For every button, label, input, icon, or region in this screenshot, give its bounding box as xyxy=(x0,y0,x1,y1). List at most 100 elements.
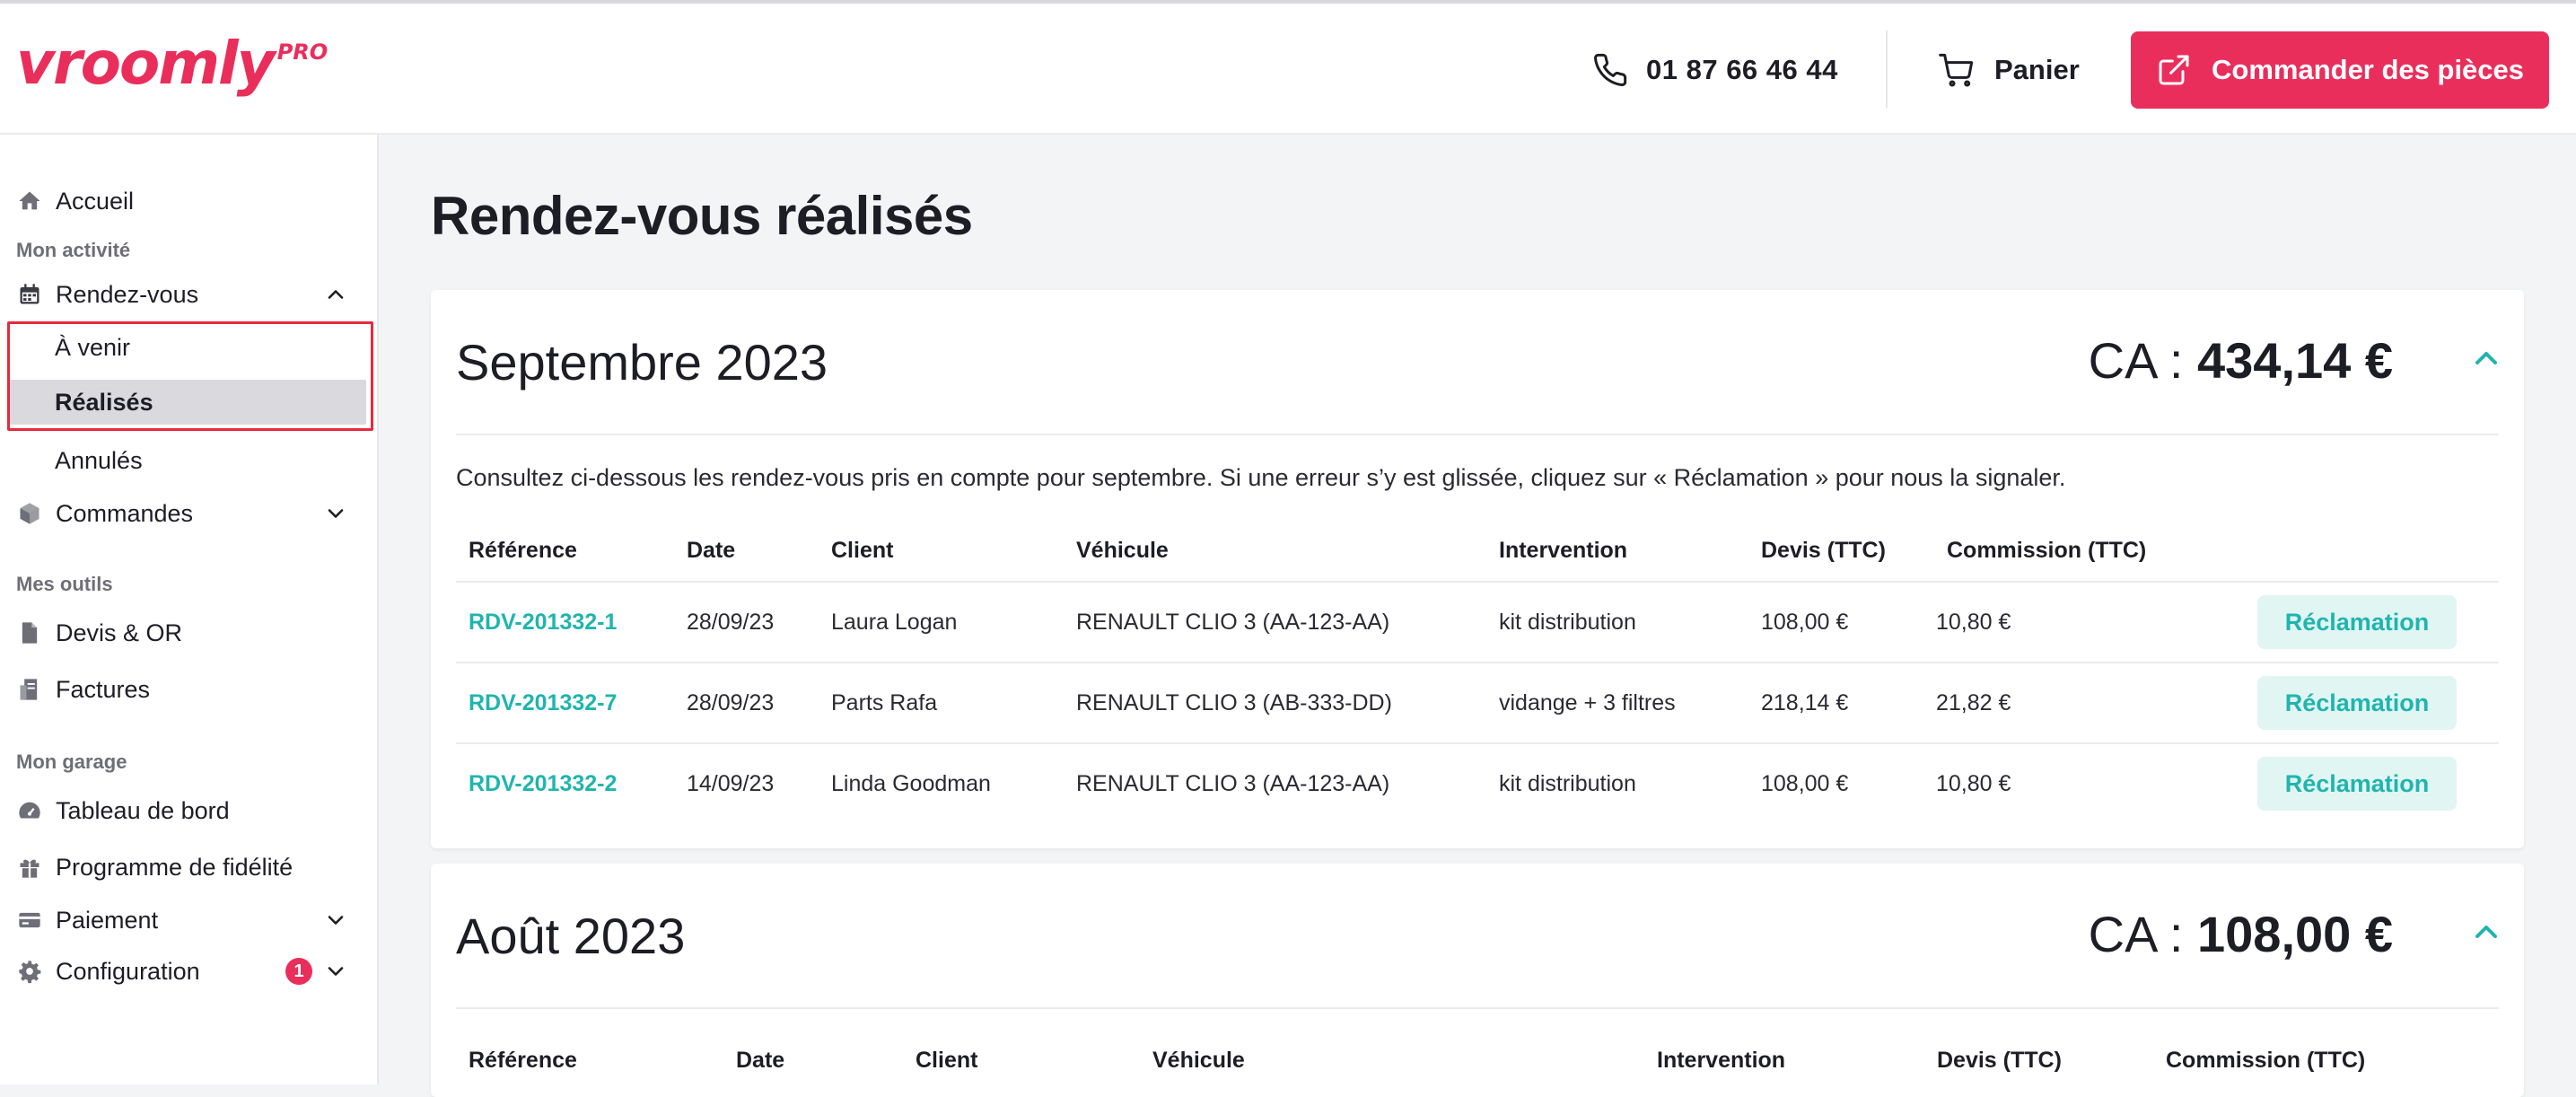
order-parts-label: Commander des pièces xyxy=(2212,54,2525,85)
invoice-icon xyxy=(16,676,43,703)
logo-text: vroomly xyxy=(16,29,276,98)
collapse-chevron-icon[interactable] xyxy=(2468,340,2504,376)
sidebar-item-invoices[interactable]: Factures xyxy=(0,664,375,715)
cart-icon xyxy=(1939,53,1974,87)
chevron-down-icon[interactable] xyxy=(323,959,348,984)
home-icon xyxy=(16,188,43,215)
phone-label: 01 87 66 46 44 xyxy=(1646,54,1838,85)
client-name: Laura Logan xyxy=(831,610,958,635)
sidebar-item-payment[interactable]: Paiement xyxy=(0,895,375,945)
column-header-reference: Référence xyxy=(469,1048,577,1073)
document-icon xyxy=(16,619,43,646)
intervention: vidange + 3 filtres xyxy=(1499,690,1676,715)
phone-number[interactable]: 01 87 66 46 44 xyxy=(1592,52,1838,88)
appointment-reference-link[interactable]: RDV-201332-2 xyxy=(469,771,617,797)
intervention: kit distribution xyxy=(1499,610,1636,635)
sidebar-item-home[interactable]: Accueil xyxy=(0,176,375,226)
column-header-intervention: Intervention xyxy=(1499,538,1628,563)
sidebar-subitem-label: Annulés xyxy=(55,446,143,474)
top-header: vroomly PRO 01 87 66 46 44 Panier Comman… xyxy=(0,4,2576,135)
sidebar-item-loyalty[interactable]: Programme de fidélité xyxy=(0,842,375,892)
sidebar-item-configuration[interactable]: Configuration xyxy=(0,946,375,996)
column-header-vehicle: Véhicule xyxy=(1076,538,1169,563)
month-title: Août 2023 xyxy=(456,908,686,964)
external-link-icon xyxy=(2159,55,2189,85)
commission-amount: 21,82 € xyxy=(1936,690,2011,715)
sidebar-item-label: Tableau de bord xyxy=(56,796,230,824)
sidebar-subitem-cancelled[interactable]: Annulés xyxy=(9,438,366,483)
appointment-reference-link[interactable]: RDV-201332-1 xyxy=(469,610,617,636)
sidebar-subitem-completed[interactable]: Réalisés xyxy=(9,380,366,425)
section-label-activity: Mon activité xyxy=(16,239,131,261)
sidebar-item-label: Rendez-vous xyxy=(56,280,199,308)
sidebar-item-label: Accueil xyxy=(56,187,135,215)
calendar-icon xyxy=(16,281,43,308)
vehicle: RENAULT CLIO 3 (AA-123-AA) xyxy=(1076,610,1390,635)
order-parts-button[interactable]: Commander des pièces xyxy=(2131,31,2549,109)
column-header-intervention: Intervention xyxy=(1657,1048,1786,1073)
chevron-down-icon[interactable] xyxy=(323,501,348,526)
sidebar-item-quotes[interactable]: Devis & OR xyxy=(0,608,375,658)
revenue-prefix: CA : xyxy=(2088,906,2198,962)
intervention: kit distribution xyxy=(1499,771,1636,796)
quote-amount: 108,00 € xyxy=(1761,771,1849,796)
revenue-value: 434,14 € xyxy=(2197,332,2393,389)
column-header-quote: Devis (TTC) xyxy=(1937,1048,2062,1073)
sidebar-item-label: Factures xyxy=(56,675,151,703)
table-row: RDV-201332-1 28/09/23 Laura Logan RENAUL… xyxy=(456,581,2499,663)
sidebar-item-label: Commandes xyxy=(56,499,194,527)
gift-icon xyxy=(16,854,43,881)
collapse-chevron-icon[interactable] xyxy=(2468,914,2504,950)
sidebar-item-label: Paiement xyxy=(56,906,159,934)
column-header-client: Client xyxy=(916,1048,978,1073)
sidebar: Accueil Mon activité Rendez-vous À venir… xyxy=(0,135,379,1084)
chevron-down-icon[interactable] xyxy=(323,908,348,933)
vehicle: RENAULT CLIO 3 (AB-333-DD) xyxy=(1076,690,1392,715)
appointment-reference-link[interactable]: RDV-201332-7 xyxy=(469,690,617,716)
month-description: Consultez ci-dessous les rendez-vous pri… xyxy=(456,464,2066,491)
column-header-client: Client xyxy=(831,538,894,563)
quote-amount: 108,00 € xyxy=(1761,610,1849,635)
column-header-vehicle: Véhicule xyxy=(1152,1048,1245,1073)
column-header-date: Date xyxy=(736,1048,785,1073)
appointment-date: 14/09/23 xyxy=(687,771,775,796)
revenue-prefix: CA : xyxy=(2088,332,2198,389)
sidebar-item-label: Devis & OR xyxy=(56,619,183,646)
month-card-august: Août 2023 CA : 108,00 € Référence Date C… xyxy=(431,864,2524,1097)
column-header-quote: Devis (TTC) xyxy=(1761,538,1886,563)
box-icon xyxy=(16,500,43,527)
complaint-button[interactable]: Réclamation xyxy=(2257,676,2457,730)
appointment-date: 28/09/23 xyxy=(687,610,775,635)
table-row: RDV-201332-2 14/09/23 Linda Goodman RENA… xyxy=(456,742,2499,825)
appointment-date: 28/09/23 xyxy=(687,690,775,715)
commission-amount: 10,80 € xyxy=(1936,610,2011,635)
gauge-icon xyxy=(16,797,43,824)
section-label-garage: Mon garage xyxy=(16,750,127,773)
column-header-reference: Référence xyxy=(469,538,577,563)
cart-button[interactable]: Panier xyxy=(1939,52,2080,88)
page-title: Rendez-vous réalisés xyxy=(431,186,973,246)
client-name: Parts Rafa xyxy=(831,690,938,715)
section-label-tools: Mes outils xyxy=(16,573,113,595)
card-divider xyxy=(456,1007,2499,1009)
gear-icon xyxy=(16,958,43,985)
sidebar-item-dashboard[interactable]: Tableau de bord xyxy=(0,785,375,836)
complaint-button[interactable]: Réclamation xyxy=(2257,757,2457,811)
notification-badge: 1 xyxy=(285,958,312,985)
commission-amount: 10,80 € xyxy=(1936,771,2011,796)
complaint-button[interactable]: Réclamation xyxy=(2257,595,2457,649)
sidebar-item-label: Programme de fidélité xyxy=(56,853,294,881)
month-title: Septembre 2023 xyxy=(456,334,828,391)
sidebar-item-appointments[interactable]: Rendez-vous xyxy=(0,269,375,320)
sidebar-subitem-upcoming[interactable]: À venir xyxy=(9,325,366,370)
revenue-total: CA : 108,00 € xyxy=(2089,905,2393,963)
cart-label: Panier xyxy=(1994,54,2080,85)
revenue-value: 108,00 € xyxy=(2197,906,2393,962)
column-header-commission: Commission (TTC) xyxy=(2166,1048,2366,1073)
table-row: RDV-201332-7 28/09/23 Parts Rafa RENAULT… xyxy=(456,662,2499,744)
month-card-september: Septembre 2023 CA : 434,14 € Consultez c… xyxy=(431,290,2524,848)
sidebar-item-orders[interactable]: Commandes xyxy=(0,488,375,539)
quote-amount: 218,14 € xyxy=(1761,690,1849,715)
chevron-up-icon[interactable] xyxy=(323,282,348,307)
vroomly-pro-logo[interactable]: vroomly PRO xyxy=(16,34,328,93)
